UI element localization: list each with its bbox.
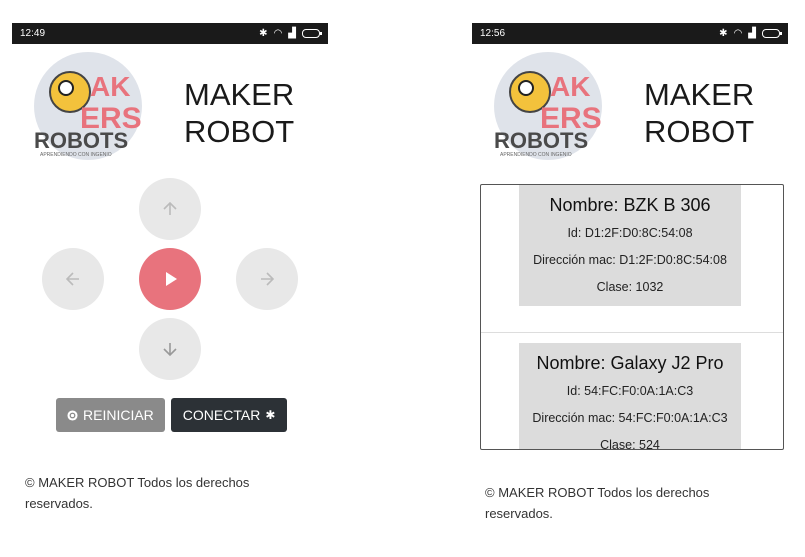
device-mac: Dirección mac: 54:FC:F0:0A:1A:C3 (532, 411, 728, 425)
svg-text:ROBOTS: ROBOTS (34, 128, 128, 153)
wifi-icon: ◠ (273, 28, 283, 39)
left-button[interactable] (42, 248, 104, 310)
svg-text:ROBOTS: ROBOTS (494, 128, 588, 153)
status-icons: ✱ ◠ ▟ (259, 28, 322, 39)
device-card[interactable]: Nombre: BZK B 306 Id: D1:2F:D0:8C:54:08 … (519, 185, 741, 306)
device-name: Nombre: Galaxy J2 Pro (536, 353, 724, 373)
right-arrow-icon (261, 272, 275, 286)
status-bar: 12:49 ✱ ◠ ▟ (12, 23, 328, 44)
device-name: Nombre: BZK B 306 (549, 195, 711, 215)
wifi-icon: ◠ (733, 28, 743, 39)
svg-text:APRENDIENDO CON INGENIO: APRENDIENDO CON INGENIO (40, 152, 112, 158)
phone-screen-controller: 12:49 ✱ ◠ ▟ AK ERS ROBOTS APRENDIENDO CO… (12, 0, 332, 557)
reset-icon (67, 409, 78, 421)
device-list[interactable]: Nombre: BZK B 306 Id: D1:2F:D0:8C:54:08 … (480, 184, 784, 450)
status-bar: 12:56 ✱ ◠ ▟ (472, 23, 788, 44)
device-mac: Dirección mac: D1:2F:D0:8C:54:08 (533, 253, 727, 267)
play-icon (166, 272, 177, 286)
phone-screen-devices: 12:56 ✱ ◠ ▟ AK ERS ROBOTS APRENDIENDO CO… (472, 0, 792, 557)
up-button[interactable] (139, 178, 201, 240)
app-title: MAKER ROBOT (644, 77, 755, 149)
device-class: Clase: 524 (600, 438, 660, 450)
app-title: MAKER ROBOT (184, 77, 295, 149)
right-button[interactable] (236, 248, 298, 310)
device-id: Id: 54:FC:F0:0A:1A:C3 (566, 384, 694, 398)
reset-button[interactable]: REINICIAR (56, 398, 165, 432)
app-header: AK ERS ROBOTS APRENDIENDO CON INGENIO MA… (472, 50, 792, 170)
device-list-item[interactable]: Nombre: BZK B 306 Id: D1:2F:D0:8C:54:08 … (481, 185, 783, 333)
device-list-item[interactable]: Nombre: Galaxy J2 Pro Id: 54:FC:F0:0A:1A… (481, 333, 783, 450)
action-buttons: REINICIAR CONECTAR ✱ (56, 398, 288, 432)
makers-robots-logo: AK ERS ROBOTS APRENDIENDO CON INGENIO (34, 52, 142, 160)
play-button[interactable] (139, 248, 201, 310)
reset-button-label: REINICIAR (83, 407, 154, 423)
status-icons: ✱ ◠ ▟ (719, 28, 782, 39)
footer-copyright: © MAKER ROBOT Todos los derechos reserva… (485, 485, 710, 521)
bluetooth-icon: ✱ (719, 28, 728, 39)
device-id: Id: D1:2F:D0:8C:54:08 (567, 226, 693, 240)
svg-text:AK: AK (550, 71, 590, 102)
app-header: AK ERS ROBOTS APRENDIENDO CON INGENIO MA… (12, 50, 332, 170)
battery-icon (762, 29, 782, 38)
footer-copyright: © MAKER ROBOT Todos los derechos reserva… (25, 475, 250, 511)
up-arrow-icon (163, 201, 177, 215)
device-card[interactable]: Nombre: Galaxy J2 Pro Id: 54:FC:F0:0A:1A… (519, 343, 741, 450)
signal-icon: ▟ (288, 28, 296, 39)
down-button[interactable] (139, 318, 201, 380)
left-arrow-icon (65, 272, 79, 286)
status-time: 12:49 (20, 28, 46, 39)
bluetooth-icon: ✱ (265, 408, 276, 422)
bluetooth-icon: ✱ (259, 28, 268, 39)
device-class: Clase: 1032 (596, 280, 664, 294)
makers-robots-logo: AK ERS ROBOTS APRENDIENDO CON INGENIO (494, 52, 602, 160)
status-time: 12:56 (480, 28, 506, 39)
battery-icon (302, 29, 322, 38)
svg-text:APRENDIENDO CON INGENIO: APRENDIENDO CON INGENIO (500, 152, 572, 158)
svg-text:AK: AK (90, 71, 130, 102)
connect-button[interactable]: CONECTAR ✱ (170, 398, 288, 432)
down-arrow-icon (163, 343, 177, 357)
connect-button-label: CONECTAR (182, 407, 261, 423)
signal-icon: ▟ (748, 28, 756, 39)
